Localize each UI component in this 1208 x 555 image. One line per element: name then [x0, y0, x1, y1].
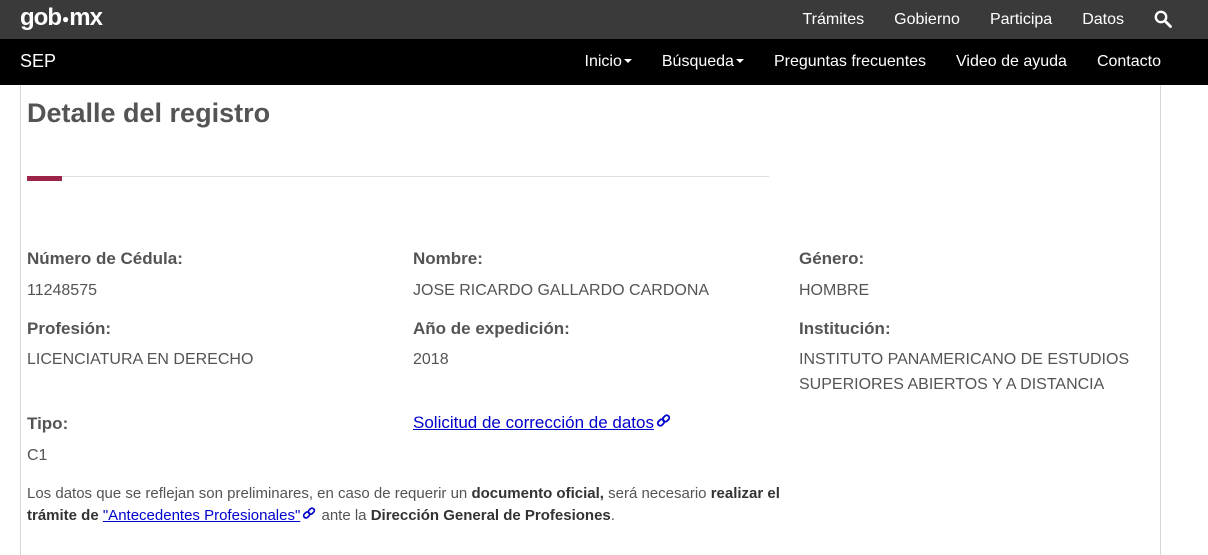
nombre-value: JOSE RICARDO GALLARDO CARDONA	[413, 282, 710, 299]
nav-inicio-label: Inicio	[584, 53, 622, 70]
nav-gobierno[interactable]: Gobierno	[894, 11, 960, 29]
caret-down-icon	[735, 59, 744, 63]
genero-value: HOMBRE	[799, 282, 870, 299]
gobmx-logo[interactable]: gob●mx	[20, 4, 103, 32]
nav-contacto[interactable]: Contacto	[1097, 53, 1161, 71]
institucion-value-line2: SUPERIORES ABIERTOS Y A DISTANCIA	[799, 376, 1105, 393]
logo-text-gob: gob	[20, 4, 62, 31]
disclaimer-note: Los datos que se reflejan son preliminar…	[27, 483, 787, 527]
genero-label: Género:	[799, 249, 865, 268]
note-bold-3: Dirección General de Profesiones	[370, 507, 611, 524]
note-text-end: .	[610, 507, 615, 524]
note-bold-1: documento oficial,	[471, 485, 604, 502]
cedula-value: 11248575	[27, 282, 97, 299]
nav-participa[interactable]: Participa	[990, 11, 1052, 29]
sep-navbar: SEP Inicio Búsqueda Preguntas frecuentes…	[0, 39, 1208, 85]
antecedentes-profesionales-link[interactable]: "Antecedentes Profesionales"	[103, 507, 300, 524]
title-divider	[27, 176, 769, 177]
caret-down-icon	[623, 59, 632, 63]
sep-brand[interactable]: SEP	[20, 51, 56, 72]
tipo-value: C1	[27, 447, 48, 464]
nav-tramites[interactable]: Trámites	[802, 11, 864, 29]
institucion-value: INSTITUTO PANAMERICANO DE ESTUDIOS SUPER…	[799, 347, 1129, 397]
nav-busqueda[interactable]: Búsqueda	[662, 53, 744, 71]
anio-expedicion-value: 2018	[413, 351, 449, 368]
page-title: Detalle del registro	[27, 98, 271, 128]
anio-expedicion-label: Año de expedición:	[413, 319, 570, 338]
search-icon[interactable]	[1154, 10, 1172, 28]
external-link-icon	[656, 414, 671, 429]
correction-request-label: Solicitud de corrección de datos	[413, 413, 654, 432]
note-text-2: será necesario	[603, 485, 711, 502]
tipo-label: Tipo:	[27, 414, 69, 433]
nav-video-de-ayuda[interactable]: Video de ayuda	[956, 53, 1067, 71]
institucion-value-line1: INSTITUTO PANAMERICANO DE ESTUDIOS	[799, 351, 1130, 368]
gobmx-header: gob●mx Trámites Gobierno Participa Datos	[0, 0, 1208, 39]
sep-nav: Inicio Búsqueda Preguntas frecuentes Vid…	[555, 39, 1161, 85]
nombre-label: Nombre:	[413, 249, 483, 268]
note-text-3: ante la	[317, 507, 371, 524]
profesion-label: Profesión:	[27, 319, 112, 338]
logo-dot: ●	[61, 12, 69, 26]
note-text-1: Los datos que se reflejan son preliminar…	[27, 485, 472, 502]
external-link-icon	[302, 506, 317, 521]
profesion-value: LICENCIATURA EN DERECHO	[27, 351, 254, 368]
nav-busqueda-label: Búsqueda	[661, 53, 734, 70]
title-divider-accent	[27, 176, 62, 181]
nav-datos[interactable]: Datos	[1082, 11, 1124, 29]
nav-inicio[interactable]: Inicio	[585, 53, 632, 71]
nav-preguntas-frecuentes[interactable]: Preguntas frecuentes	[774, 53, 926, 71]
cedula-label: Número de Cédula:	[27, 249, 183, 268]
correction-request-link[interactable]: Solicitud de corrección de datos	[413, 413, 671, 433]
institucion-label: Institución:	[799, 319, 891, 338]
logo-text-mx: mx	[69, 4, 103, 31]
gobmx-nav: Trámites Gobierno Participa Datos	[802, 0, 1208, 39]
